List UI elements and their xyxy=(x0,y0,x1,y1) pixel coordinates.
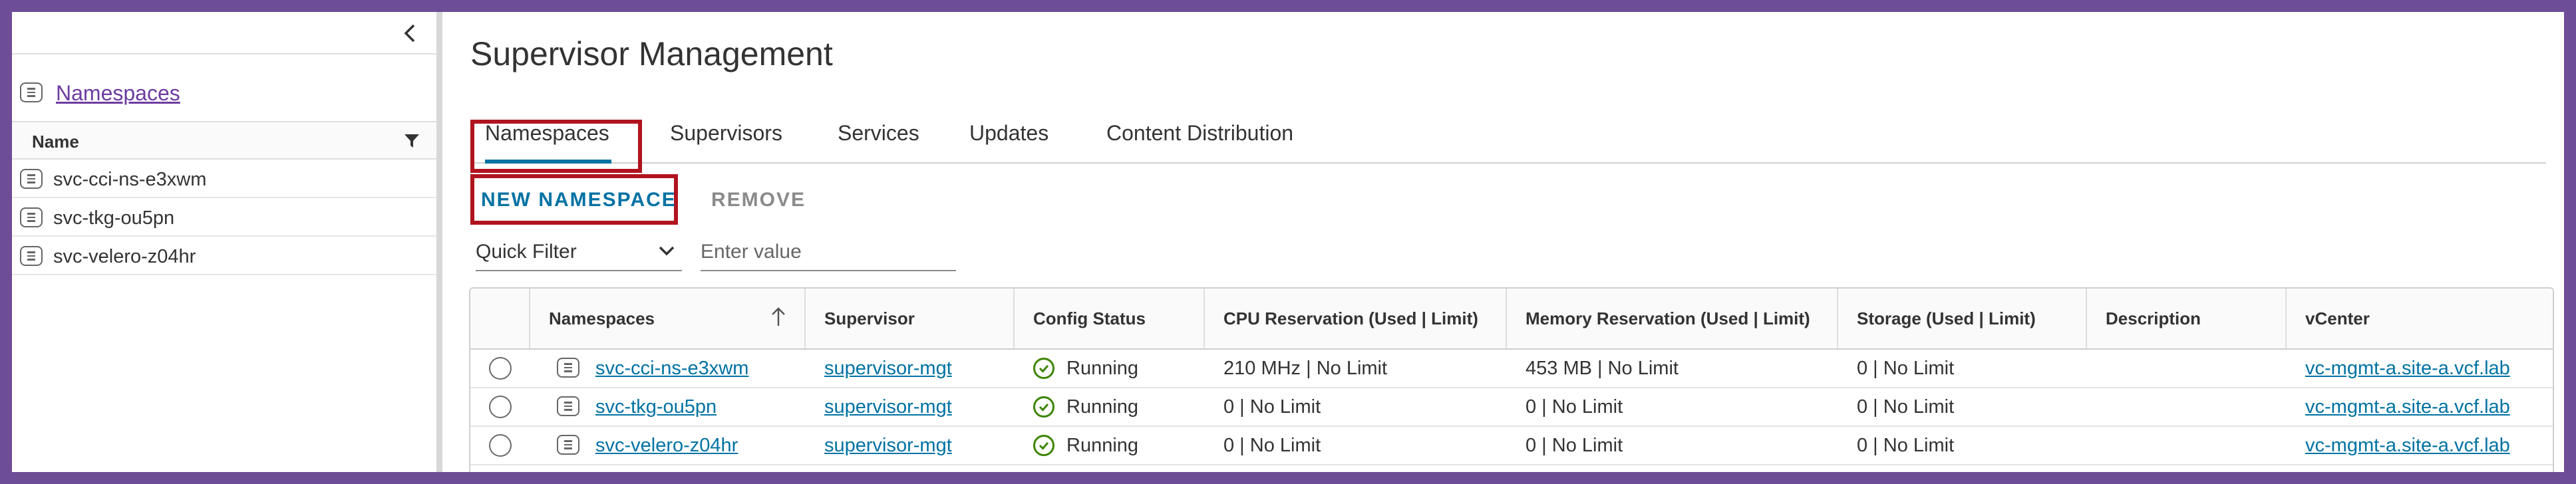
sidebar-column-header: Name xyxy=(12,121,436,160)
tab-content-distribution[interactable]: Content Distribution xyxy=(1106,121,1293,146)
namespace-icon xyxy=(20,207,43,227)
namespace-icon xyxy=(557,358,579,378)
main-content: Supervisor Management Namespaces Supervi… xyxy=(442,12,2564,472)
column-header-supervisor[interactable]: Supervisor xyxy=(806,289,1015,348)
remove-button[interactable]: REMOVE xyxy=(711,189,806,211)
sidebar-item-label: svc-cci-ns-e3xwm xyxy=(53,169,207,190)
table-row[interactable]: svc-tkg-ou5pn supervisor-mgt Running 0 |… xyxy=(470,388,2553,427)
storage-cell: 0 | No Limit xyxy=(1857,434,1955,456)
cpu-reservation-cell: 0 | No Limit xyxy=(1223,396,1321,418)
tab-services[interactable]: Services xyxy=(838,121,919,146)
namespace-icon xyxy=(557,435,579,455)
column-header-cpu-reservation[interactable]: CPU Reservation (Used | Limit) xyxy=(1205,289,1507,348)
namespace-icon xyxy=(20,169,43,189)
column-header-namespaces[interactable]: Namespaces xyxy=(530,289,806,348)
chevron-down-icon xyxy=(657,241,677,264)
sidebar-column-label: Name xyxy=(32,132,79,152)
namespace-link[interactable]: svc-cci-ns-e3xwm xyxy=(595,358,748,380)
namespace-icon xyxy=(20,82,43,102)
sidebar-item-label: svc-tkg-ou5pn xyxy=(53,207,175,229)
page-title: Supervisor Management xyxy=(470,35,833,72)
filter-value-input[interactable] xyxy=(701,234,956,271)
vcenter-link[interactable]: vc-mgmt-a.site-a.vcf.lab xyxy=(2305,358,2510,380)
description-cell xyxy=(2087,350,2106,387)
description-cell xyxy=(2087,427,2106,464)
sidebar-item-svc-velero-z04hr[interactable]: svc-velero-z04hr xyxy=(12,237,436,275)
quick-filter-label: Quick Filter xyxy=(476,241,577,263)
status-text: Running xyxy=(1066,396,1139,418)
active-tab-indicator xyxy=(485,160,611,164)
grid-header: Namespaces Supervisor Config Status CPU … xyxy=(470,289,2553,350)
check-circle-icon xyxy=(1033,358,1054,379)
column-header-memory-reservation[interactable]: Memory Reservation (Used | Limit) xyxy=(1507,289,1838,348)
pane-splitter[interactable] xyxy=(436,12,442,472)
check-circle-icon xyxy=(1033,396,1054,418)
cpu-reservation-cell: 210 MHz | No Limit xyxy=(1223,357,1388,379)
namespace-link[interactable]: svc-velero-z04hr xyxy=(595,435,738,457)
supervisor-link[interactable]: supervisor-mgt xyxy=(824,358,952,380)
tab-bar: Namespaces Supervisors Services Updates … xyxy=(470,97,2546,173)
row-select-radio[interactable] xyxy=(489,434,512,457)
row-select-radio[interactable] xyxy=(489,396,512,418)
quick-filter-select[interactable]: Quick Filter xyxy=(476,234,682,271)
namespace-link[interactable]: svc-tkg-ou5pn xyxy=(595,396,717,418)
column-header-config-status[interactable]: Config Status xyxy=(1015,289,1205,348)
config-status-cell: Running xyxy=(1015,388,1138,425)
select-column-header xyxy=(470,289,530,348)
storage-cell: 0 | No Limit xyxy=(1857,396,1955,418)
status-text: Running xyxy=(1066,357,1139,379)
column-header-description[interactable]: Description xyxy=(2087,289,2287,348)
filter-icon[interactable] xyxy=(403,133,420,152)
sidebar-item-svc-cci-ns-e3xwm[interactable]: svc-cci-ns-e3xwm xyxy=(12,160,436,198)
column-header-vcenter[interactable]: vCenter xyxy=(2287,289,2553,348)
sidebar-header: Namespaces xyxy=(12,55,436,121)
status-text: Running xyxy=(1066,434,1139,456)
check-circle-icon xyxy=(1033,435,1054,456)
table-row[interactable]: svc-velero-z04hr supervisor-mgt Running … xyxy=(470,427,2553,465)
vcenter-link[interactable]: vc-mgmt-a.site-a.vcf.lab xyxy=(2305,396,2510,418)
namespace-sidebar: Namespaces Name svc-cci-ns-e3xwm svc-tkg… xyxy=(12,12,436,472)
supervisor-link[interactable]: supervisor-mgt xyxy=(824,435,952,457)
row-select-radio[interactable] xyxy=(489,357,512,380)
memory-reservation-cell: 0 | No Limit xyxy=(1526,396,1623,418)
table-row[interactable]: svc-cci-ns-e3xwm supervisor-mgt Running … xyxy=(470,350,2553,388)
chevron-left-icon[interactable] xyxy=(398,21,422,45)
sidebar-item-label: svc-velero-z04hr xyxy=(53,246,196,267)
sidebar-collapse-row xyxy=(12,12,436,55)
sidebar-title-link[interactable]: Namespaces xyxy=(56,81,180,106)
storage-cell: 0 | No Limit xyxy=(1857,357,1955,379)
sidebar-item-svc-tkg-ou5pn[interactable]: svc-tkg-ou5pn xyxy=(12,198,436,237)
config-status-cell: Running xyxy=(1015,350,1138,387)
tab-supervisors[interactable]: Supervisors xyxy=(670,121,782,146)
config-status-cell: Running xyxy=(1015,427,1138,464)
cpu-reservation-cell: 0 | No Limit xyxy=(1223,434,1321,456)
new-namespace-button[interactable]: NEW NAMESPACE xyxy=(481,189,677,211)
description-cell xyxy=(2087,388,2106,425)
tab-updates[interactable]: Updates xyxy=(969,121,1048,146)
column-header-label: Namespaces xyxy=(549,308,655,328)
arrow-up-icon[interactable] xyxy=(770,306,787,332)
namespaces-grid: Namespaces Supervisor Config Status CPU … xyxy=(469,287,2554,472)
namespace-icon xyxy=(20,246,43,266)
supervisor-link[interactable]: supervisor-mgt xyxy=(824,396,952,418)
column-header-storage[interactable]: Storage (Used | Limit) xyxy=(1838,289,2087,348)
tab-namespaces[interactable]: Namespaces xyxy=(485,121,609,146)
vcenter-link[interactable]: vc-mgmt-a.site-a.vcf.lab xyxy=(2305,435,2510,457)
memory-reservation-cell: 453 MB | No Limit xyxy=(1526,357,1679,379)
action-bar: NEW NAMESPACE REMOVE xyxy=(470,166,1069,233)
memory-reservation-cell: 0 | No Limit xyxy=(1526,434,1623,456)
namespace-icon xyxy=(557,396,579,416)
